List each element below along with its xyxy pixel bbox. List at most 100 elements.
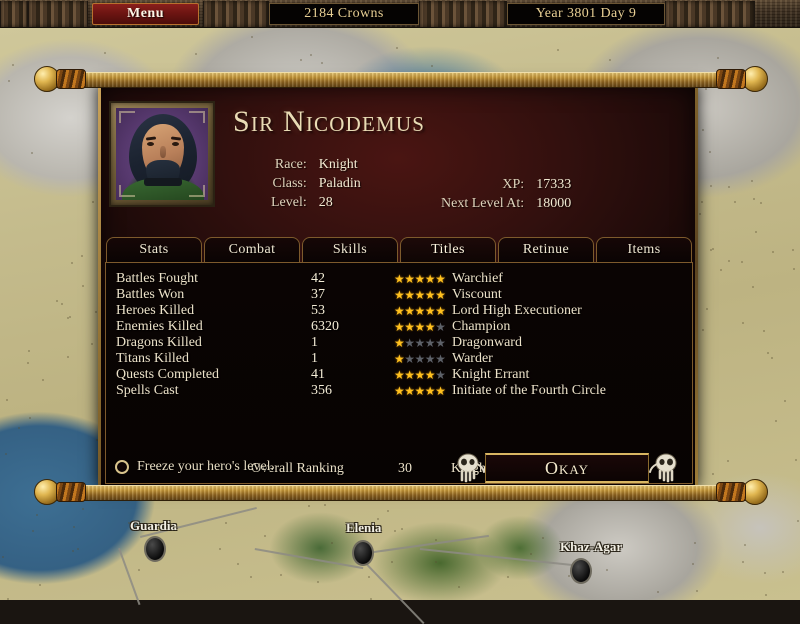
topbar-ornament-right [665, 0, 755, 27]
title-row: ★★★★★ Warder [394, 351, 690, 367]
stat-value: 42 [311, 271, 325, 286]
map-terrain-speck [250, 576, 253, 579]
scroll-coil-top-left [56, 69, 86, 89]
freeze-level-option[interactable]: Freeze your hero's level. [115, 459, 274, 475]
map-terrain-speck [709, 151, 712, 154]
map-terrain-speck [764, 572, 767, 575]
attribute-key: Class: [272, 176, 307, 191]
map-terrain-speck [733, 201, 736, 204]
crowns-display: 2184 Crowns [269, 2, 419, 25]
map-terrain-speck [237, 562, 240, 565]
menu-button[interactable]: Menu [92, 2, 199, 25]
map-terrain-speck [770, 357, 773, 360]
map-label-khaz-agar: Khaz-Agar [560, 539, 623, 554]
portrait-corner-icon [119, 185, 135, 197]
page-title: Sir Nicodemus [233, 105, 426, 138]
map-terrain-speck [434, 561, 437, 564]
map-terrain-speck [224, 522, 227, 525]
map-terrain-speck [390, 560, 393, 563]
map-terrain-speck [77, 548, 80, 551]
map-label-elenia: Elenia [346, 520, 382, 535]
map-terrain-speck [711, 473, 714, 476]
stat-row: Titans Killed 1 [116, 351, 406, 367]
map-terrain-speck [103, 52, 106, 55]
map-terrain-speck [251, 36, 254, 39]
attribute-value-next-level: 18000 [536, 196, 572, 211]
tab-combat[interactable]: Combat [204, 237, 300, 263]
map-terrain-speck [35, 513, 38, 516]
map-terrain-speck [699, 213, 702, 216]
title-name: Lord High Executioner [452, 303, 582, 318]
title-row: ★★★★★ Warchief [394, 271, 690, 287]
map-terrain-speck [323, 503, 326, 506]
tab-stats[interactable]: Stats [106, 237, 202, 263]
map-terrain-speck [8, 80, 11, 83]
map-terrain-speck [728, 186, 731, 189]
map-terrain-speck [320, 62, 323, 65]
hero-attributes-left: Race: Knight Class: Paladin Level: 28 [271, 157, 361, 211]
portrait-corner-icon [119, 111, 135, 123]
map-terrain-speck [18, 427, 21, 430]
map-terrain-speck [72, 549, 75, 552]
star-rating: ★★★★★ [394, 271, 446, 286]
scroll-coil-top-right [716, 69, 746, 89]
portrait-collar [144, 178, 182, 186]
map-road [360, 558, 425, 624]
map-terrain-speck [506, 575, 509, 578]
skull-icon [649, 453, 677, 483]
star-rating: ★★★★★ [394, 367, 446, 382]
map-terrain-speck [741, 260, 744, 263]
map-terrain-speck [42, 378, 45, 381]
map-terrain-speck [741, 322, 744, 325]
map-terrain-speck [435, 538, 438, 541]
stat-value: 1 [311, 351, 318, 366]
date-display: Year 3801 Day 9 [507, 2, 665, 25]
stat-label: Enemies Killed [116, 319, 203, 334]
topbar-ornament [203, 0, 269, 27]
attribute-key: XP: [502, 177, 525, 192]
stat-row: Quests Completed 41 [116, 367, 406, 383]
top-status-bar: Menu 2184 Crowns Year 3801 Day 9 [0, 0, 800, 28]
tab-titles[interactable]: Titles [400, 237, 496, 263]
title-row: ★★★★★ Champion [394, 319, 690, 335]
stat-row: Heroes Killed 53 [116, 303, 406, 319]
map-terrain-speck [704, 87, 707, 90]
title-name: Dragonward [452, 335, 522, 350]
tab-skills[interactable]: Skills [302, 237, 398, 263]
map-terrain-speck [431, 64, 434, 67]
star-rating: ★★★★★ [394, 319, 446, 334]
map-terrain-speck [6, 398, 9, 401]
map-terrain-speck [386, 510, 389, 513]
star-rating: ★★★★★ [394, 303, 446, 318]
map-terrain-speck [701, 200, 704, 203]
stat-label: Quests Completed [116, 367, 220, 382]
stat-value: 41 [311, 367, 325, 382]
tab-retinue[interactable]: Retinue [498, 237, 594, 263]
map-terrain-speck [764, 593, 767, 596]
hero-attributes-right: XP: 17333 Next Level At: 18000 [441, 177, 571, 212]
map-terrain-speck [279, 573, 282, 576]
map-terrain-speck [12, 63, 15, 66]
map-terrain-speck [67, 356, 69, 359]
title-row: ★★★★★ Knight Errant [394, 367, 690, 383]
okay-button[interactable]: Okay [485, 453, 649, 483]
map-terrain-speck [138, 569, 141, 572]
map-terrain-speck [696, 590, 699, 593]
tab-items[interactable]: Items [596, 237, 692, 263]
map-terrain-speck [792, 268, 795, 271]
attribute-value-xp: 17333 [536, 177, 572, 192]
portrait-eye [172, 142, 179, 146]
map-terrain-speck [82, 285, 85, 288]
map-node-guardia[interactable] [144, 536, 166, 562]
map-node-elenia[interactable] [352, 540, 374, 566]
map-terrain-speck [61, 302, 64, 305]
map-terrain-speck [80, 254, 83, 257]
avatar[interactable] [109, 101, 215, 207]
topbar-ornament [419, 0, 507, 27]
map-terrain-speck [91, 200, 94, 203]
map-terrain-speck [782, 571, 785, 574]
freeze-level-radio[interactable] [115, 460, 129, 474]
map-terrain-speck [794, 458, 797, 461]
freeze-level-label: Freeze your hero's level. [137, 459, 275, 474]
map-node-khaz-agar[interactable] [570, 558, 592, 584]
